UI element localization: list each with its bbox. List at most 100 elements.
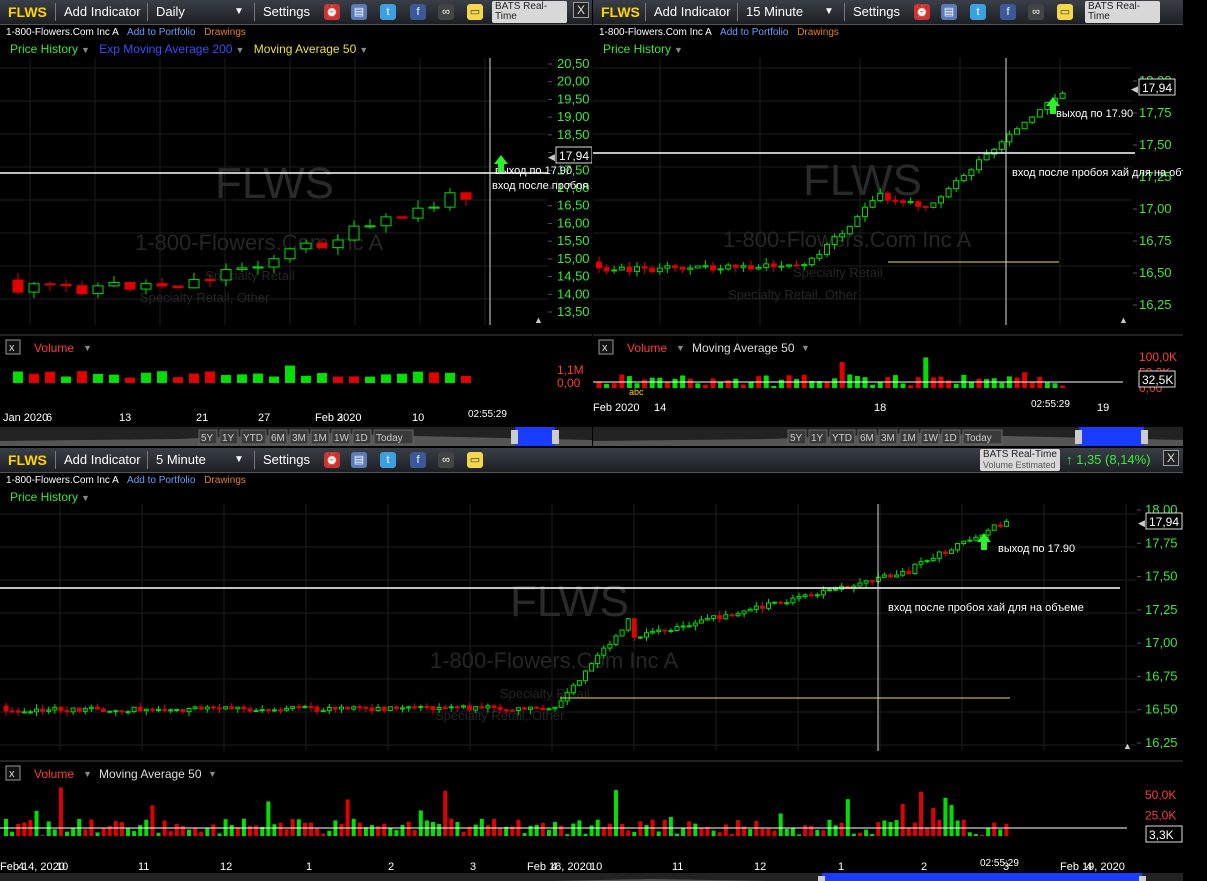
- volume-bar: [406, 821, 411, 836]
- candle-body: [611, 269, 618, 272]
- candle-body: [268, 258, 280, 268]
- navigator-handle[interactable]: [511, 430, 518, 444]
- volume-bar: [16, 824, 21, 836]
- candle-body: [375, 706, 381, 712]
- range-button-label[interactable]: Today: [965, 433, 992, 444]
- navigator-handle[interactable]: [552, 430, 559, 444]
- candle-body: [583, 670, 588, 682]
- navigator-handle[interactable]: [1075, 430, 1082, 444]
- candle-body: [316, 242, 328, 249]
- collapse-up-icon[interactable]: ▲: [534, 315, 543, 325]
- price-chart-5min[interactable]: FLWS 1-800-Flowers.Com Inc A Specialty Ret…: [0, 448, 1183, 881]
- chevron-down-icon[interactable]: ▼: [208, 769, 217, 779]
- chart-panel-daily: FLWS Add Indicator Daily ▼ Settings ⏰ ▤ …: [0, 0, 592, 446]
- time-axis-label: 12: [220, 861, 232, 873]
- volume-bar: [919, 791, 923, 836]
- range-button-label[interactable]: 5Y: [201, 433, 214, 444]
- navigator-handle[interactable]: [818, 876, 825, 881]
- candle-body: [223, 706, 229, 710]
- volume-bar: [870, 834, 875, 836]
- volume-bar: [1037, 377, 1043, 388]
- volume-bar: [754, 821, 759, 836]
- volume-bar: [980, 834, 984, 836]
- range-button-label[interactable]: 1Y: [222, 433, 235, 444]
- pointer-left-icon: ◀: [548, 152, 555, 162]
- candle-body: [631, 618, 637, 638]
- close-icon[interactable]: x: [602, 342, 608, 354]
- watermark-sector: Specialty Retail: [793, 265, 883, 280]
- range-button-label[interactable]: 1M: [902, 433, 916, 444]
- range-button-label[interactable]: 6M: [271, 433, 285, 444]
- candle-body: [271, 709, 277, 712]
- chart-panel-15min: FLWS Add Indicator 15 Minute ▼ Settings …: [593, 0, 1183, 446]
- volume-bar: [13, 371, 23, 383]
- volume-bar: [877, 382, 883, 388]
- collapse-up-icon[interactable]: ▲: [1123, 741, 1132, 751]
- range-button-label[interactable]: 1W: [334, 433, 350, 444]
- volume-bar: [58, 787, 63, 836]
- candle-body: [732, 264, 739, 268]
- chevron-down-icon[interactable]: ▼: [83, 769, 92, 779]
- navigator-selection[interactable]: [1079, 427, 1144, 446]
- range-button-label[interactable]: 3M: [881, 433, 895, 444]
- price-chart-daily[interactable]: FLWS 1-800-Flowers.Com Inc A Specialty Ret…: [0, 0, 592, 446]
- volume-bar: [546, 829, 551, 836]
- volume-bar: [772, 830, 777, 836]
- range-button-label[interactable]: 1M: [313, 433, 327, 444]
- volume-bar: [107, 825, 112, 836]
- candle-body: [626, 266, 633, 272]
- chevron-down-icon[interactable]: ▼: [83, 343, 92, 353]
- volume-bar: [949, 805, 954, 836]
- navigator-handle[interactable]: [1139, 876, 1146, 881]
- volume-bar: [52, 829, 57, 836]
- candle-body: [888, 574, 893, 578]
- volume-bar: [1029, 382, 1035, 388]
- range-button-label[interactable]: YTD: [243, 433, 263, 444]
- range-button-label[interactable]: 5Y: [790, 433, 803, 444]
- volume-bar: [824, 381, 830, 388]
- volume-bar: [193, 828, 198, 836]
- range-button-label[interactable]: 6M: [860, 433, 874, 444]
- volume-bar: [748, 829, 753, 836]
- navigator-selection[interactable]: [515, 427, 555, 446]
- candle-body: [113, 710, 119, 713]
- candle-body: [418, 706, 424, 709]
- candle-body: [723, 614, 729, 620]
- volume-bar: [699, 827, 704, 836]
- range-button-label[interactable]: 1Y: [811, 433, 824, 444]
- annotation-exit: выход по 17.90: [495, 165, 572, 177]
- candle-body: [589, 663, 595, 672]
- candle-body: [983, 153, 990, 161]
- range-button-label[interactable]: 1D: [355, 433, 368, 444]
- collapse-up-icon[interactable]: ▲: [1119, 315, 1128, 325]
- volume-bar: [862, 377, 868, 388]
- range-button-label[interactable]: 1D: [944, 433, 957, 444]
- volume-bar: [986, 827, 991, 836]
- candle-body: [869, 200, 876, 208]
- candle-body: [692, 622, 698, 627]
- price-axis-label: 14,00: [557, 286, 590, 301]
- chevron-down-icon[interactable]: ▼: [676, 343, 685, 353]
- candle-body: [522, 707, 527, 710]
- candle-body: [247, 708, 253, 712]
- volume-bar: [40, 834, 45, 836]
- close-icon[interactable]: x: [9, 768, 15, 780]
- range-button-label[interactable]: 1W: [923, 433, 939, 444]
- candle-body: [1014, 128, 1020, 135]
- range-button-label[interactable]: Today: [376, 433, 403, 444]
- candle-body: [180, 709, 186, 713]
- candle-body: [485, 705, 491, 709]
- candle-body: [869, 580, 875, 583]
- range-button-label[interactable]: YTD: [832, 433, 852, 444]
- chevron-down-icon[interactable]: ▼: [801, 343, 810, 353]
- price-axis-label: 17,50: [1145, 569, 1178, 584]
- volume-bar: [413, 371, 423, 383]
- volume-bar: [174, 824, 179, 836]
- price-chart-15min[interactable]: FLWS1-800-Flowers.Com Inc ASpecialty Ret…: [593, 0, 1183, 446]
- volume-bar: [400, 824, 405, 836]
- close-icon[interactable]: x: [9, 342, 15, 354]
- navigator-selection[interactable]: [822, 873, 1142, 881]
- range-button-label[interactable]: 3M: [292, 433, 306, 444]
- navigator-handle[interactable]: [1141, 430, 1148, 444]
- candle-body: [1029, 116, 1036, 123]
